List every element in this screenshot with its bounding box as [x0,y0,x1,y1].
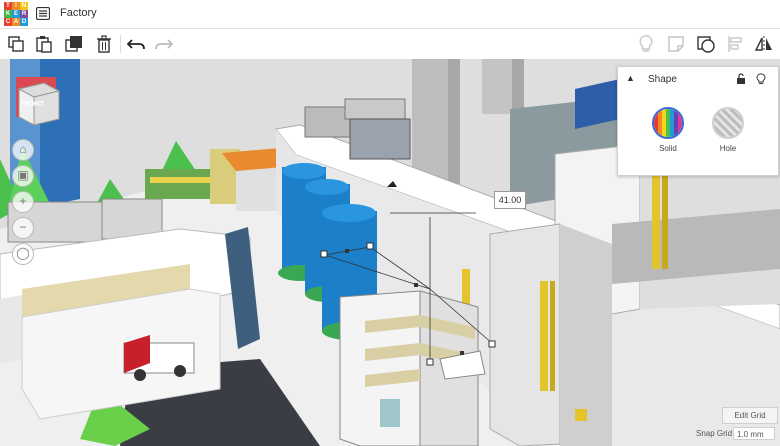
mirror-icon[interactable] [754,34,774,54]
align-icon[interactable] [726,34,746,54]
logo-letter: C [4,18,12,26]
office-door [380,399,400,427]
tinkercad-logo[interactable]: T I N K E R C A D [4,2,28,26]
logo-letter: T [4,2,12,10]
redo-icon[interactable] [154,34,174,54]
home-view-icon[interactable]: ⌂ [12,139,34,161]
undo-icon[interactable] [126,34,146,54]
solid-color-button[interactable] [652,107,684,139]
shape-panel-title: Shape [648,74,677,85]
design-title[interactable]: Factory [60,7,97,19]
logo-letter: K [4,10,12,18]
green-crates [145,169,220,199]
zoom-in-icon[interactable]: + [12,191,34,213]
zoom-out-icon[interactable]: − [12,217,34,239]
light-icon[interactable] [636,34,656,54]
copy-icon[interactable] [6,34,26,54]
note-icon[interactable] [666,34,686,54]
lock-icon[interactable] [735,72,747,84]
logo-letter: D [20,18,28,26]
paste-icon[interactable] [34,34,54,54]
solid-label: Solid [659,144,677,153]
logo-letter: N [20,2,28,10]
logo-letter: E [12,10,20,18]
light-bulb-icon[interactable] [755,72,767,84]
dimension-label[interactable]: 41.00 [494,191,526,209]
yellow-pipe [540,281,548,391]
logo-letter: I [12,2,20,10]
trash-icon[interactable] [94,34,114,54]
toolbar-divider [120,35,121,53]
duplicate-icon[interactable] [64,34,84,54]
snap-grid-select[interactable]: 1.0 mm [733,427,775,440]
shape-inspector-panel: ▲ Shape Solid Hole [617,66,779,176]
collapse-icon[interactable]: ▲ [626,73,635,83]
view-cube-face-label[interactable]: FRONT [20,101,44,108]
group-icon[interactable] [696,34,716,54]
hole-button[interactable] [712,107,744,139]
design-list-icon[interactable] [35,6,51,21]
yellow-pipe [652,174,660,269]
toolbar [0,29,780,60]
snap-grid-label: Snap Grid [696,429,733,438]
edit-grid-button[interactable]: Edit Grid [722,407,778,424]
hole-label: Hole [719,144,737,153]
logo-letter: A [12,18,20,26]
vent-block [349,118,411,160]
fit-view-icon[interactable]: ▣ [12,165,34,187]
perspective-icon[interactable]: ◯ [12,243,34,265]
title-bar: T I N K E R C A D Factory [0,0,780,29]
logo-letter: R [20,10,28,18]
